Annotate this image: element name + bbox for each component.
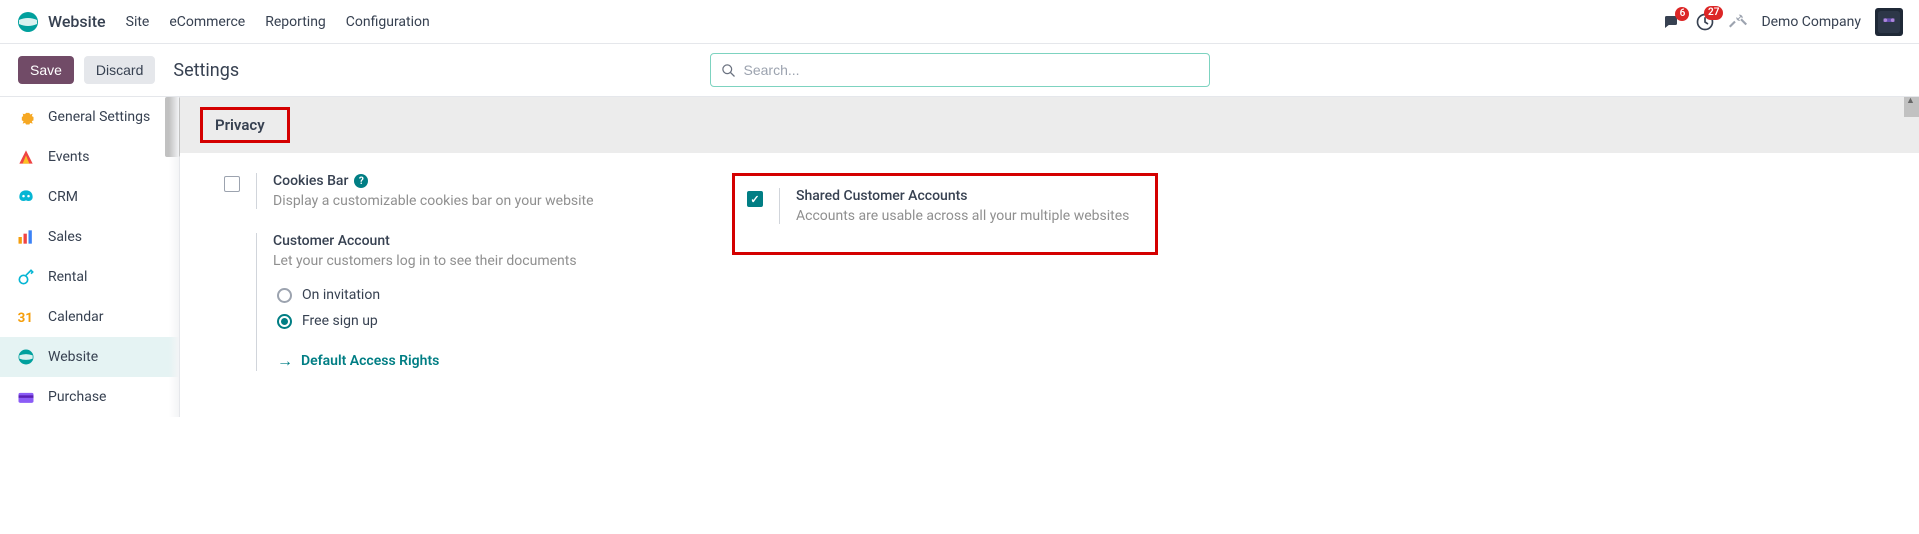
main-content: General Settings Events CRM Sales Rental… [0, 96, 1919, 417]
nav-ecommerce[interactable]: eCommerce [169, 14, 245, 30]
sidebar-item-purchase[interactable]: Purchase [0, 377, 179, 417]
discard-button[interactable]: Discard [84, 56, 155, 84]
tools-icon[interactable] [1729, 11, 1747, 33]
save-button[interactable]: Save [18, 56, 74, 84]
activities-badge: 27 [1704, 6, 1723, 20]
sidebar-item-crm[interactable]: CRM [0, 177, 179, 217]
website-icon [16, 347, 36, 367]
sidebar-item-label: General Settings [48, 109, 150, 125]
section-title: Privacy [200, 107, 290, 143]
search-box[interactable] [710, 53, 1210, 87]
gear-icon [16, 107, 36, 127]
activities-button[interactable]: 27 [1695, 12, 1715, 32]
sidebar-item-calendar[interactable]: 31 Calendar [0, 297, 179, 337]
messages-button[interactable]: 6 [1661, 13, 1681, 31]
link-label: Default Access Rights [301, 353, 439, 369]
sidebar-item-label: Rental [48, 269, 87, 285]
annotation-highlight: Shared Customer Accounts Accounts are us… [732, 173, 1158, 255]
app-logo-icon [16, 10, 40, 34]
svg-text:31: 31 [18, 311, 33, 326]
content-scrollbar-up[interactable] [1904, 97, 1919, 117]
action-bar: Save Discard Settings [0, 44, 1919, 96]
sidebar-item-rental[interactable]: Rental [0, 257, 179, 297]
setting-title: Customer Account [273, 233, 390, 249]
sidebar-item-label: Purchase [48, 389, 106, 405]
sidebar-item-events[interactable]: Events [0, 137, 179, 177]
page-title: Settings [173, 60, 239, 81]
setting-title: Cookies Bar [273, 173, 348, 189]
divider [256, 173, 257, 209]
sidebar-item-website[interactable]: Website [0, 337, 179, 377]
sidebar-item-sales[interactable]: Sales [0, 217, 179, 257]
search-input[interactable] [744, 62, 1199, 78]
top-navbar: Website Site eCommerce Reporting Configu… [0, 0, 1919, 44]
radio-label: On invitation [302, 287, 380, 303]
setting-cookies-bar: Cookies Bar ? Display a customizable coo… [224, 173, 704, 209]
arrow-right-icon: → [277, 351, 293, 371]
cookies-bar-checkbox[interactable] [224, 176, 240, 192]
section-header-privacy: Privacy [180, 97, 1919, 153]
rental-icon [16, 267, 36, 287]
sidebar-item-label: CRM [48, 189, 78, 205]
shared-accounts-checkbox[interactable] [747, 191, 763, 207]
divider [256, 233, 257, 371]
events-icon [16, 147, 36, 167]
setting-desc: Let your customers log in to see their d… [273, 253, 704, 269]
app-name[interactable]: Website [48, 12, 106, 31]
setting-shared-customer-accounts: Shared Customer Accounts Accounts are us… [747, 188, 1129, 224]
sidebar-item-general-settings[interactable]: General Settings [0, 97, 179, 137]
sidebar-scrollbar[interactable] [165, 97, 180, 157]
settings-sidebar: General Settings Events CRM Sales Rental… [0, 97, 180, 417]
purchase-icon [16, 387, 36, 407]
setting-customer-account: Customer Account Let your customers log … [224, 233, 704, 371]
search-icon [721, 63, 736, 78]
top-nav: Site eCommerce Reporting Configuration [126, 14, 430, 30]
nav-reporting[interactable]: Reporting [265, 14, 326, 30]
help-icon[interactable]: ? [354, 174, 368, 188]
setting-desc: Accounts are usable across all your mult… [796, 208, 1129, 224]
company-switcher[interactable]: Demo Company [1761, 14, 1861, 30]
crm-icon [16, 187, 36, 207]
nav-configuration[interactable]: Configuration [346, 14, 430, 30]
radio-icon [277, 314, 292, 329]
sidebar-item-label: Sales [48, 229, 82, 245]
setting-title: Shared Customer Accounts [796, 188, 967, 204]
nav-site[interactable]: Site [126, 14, 150, 30]
messages-badge: 6 [1675, 7, 1689, 21]
divider [779, 188, 780, 224]
user-avatar[interactable] [1875, 8, 1903, 36]
sidebar-item-label: Website [48, 349, 98, 365]
sales-icon [16, 227, 36, 247]
calendar-icon: 31 [16, 307, 36, 327]
radio-label: Free sign up [302, 313, 378, 329]
settings-content: Privacy Cookies Bar ? Display a customiz… [180, 97, 1919, 417]
sidebar-item-label: Events [48, 149, 89, 165]
topbar-right: 6 27 Demo Company [1661, 8, 1903, 36]
radio-on-invitation[interactable]: On invitation [277, 287, 704, 303]
link-default-access-rights[interactable]: → Default Access Rights [277, 351, 704, 371]
radio-icon [277, 288, 292, 303]
setting-desc: Display a customizable cookies bar on yo… [273, 193, 704, 209]
radio-free-sign-up[interactable]: Free sign up [277, 313, 704, 329]
sidebar-item-label: Calendar [48, 309, 104, 325]
